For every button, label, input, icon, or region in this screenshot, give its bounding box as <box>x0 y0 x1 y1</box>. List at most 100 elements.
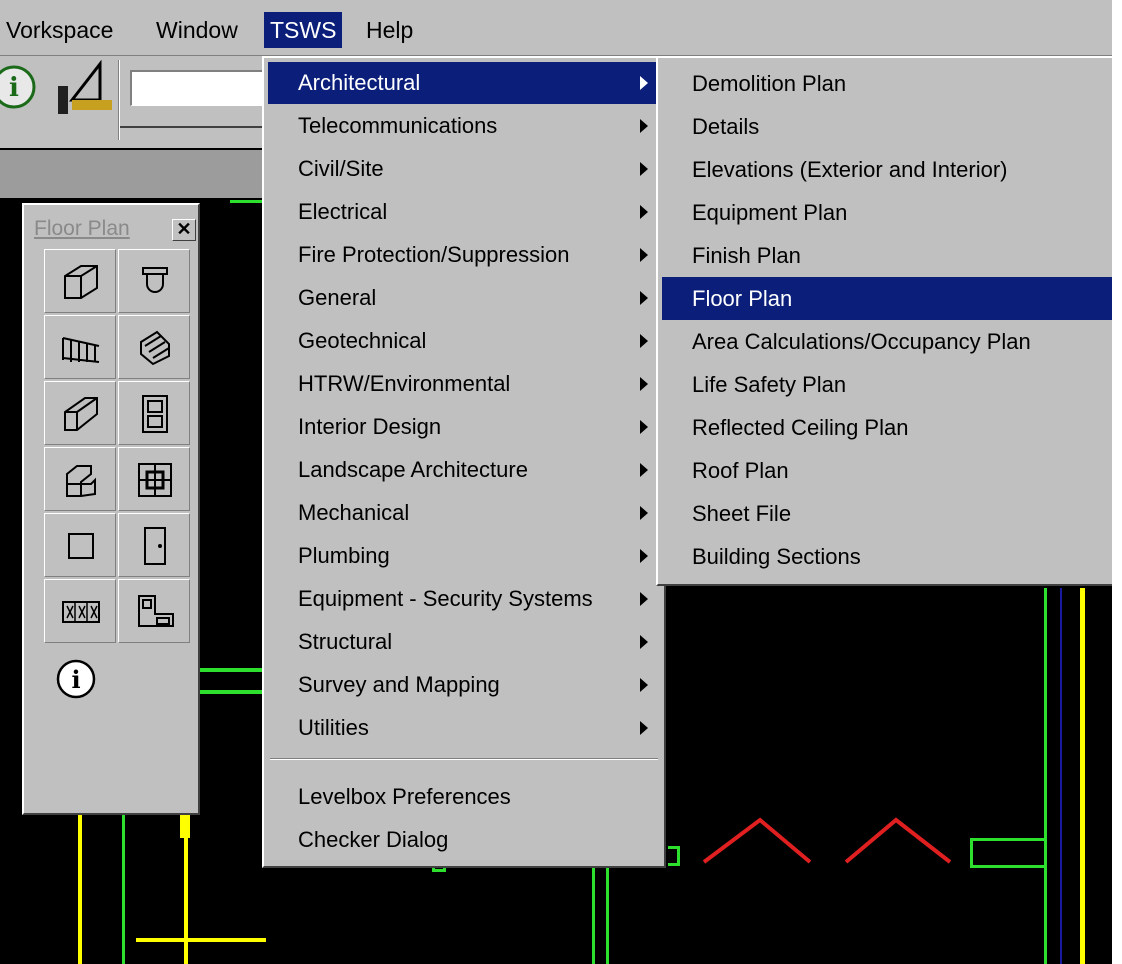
menu-item-label: Structural <box>298 629 393 654</box>
menu-item-equipment-security[interactable]: Equipment - Security Systems <box>268 578 660 620</box>
light-fixture-icon <box>142 267 168 293</box>
room-tool-button[interactable] <box>44 513 116 577</box>
yellow-wall-line <box>78 808 82 964</box>
menu-item-plumbing[interactable]: Plumbing <box>268 535 660 577</box>
green-wall-line <box>606 868 609 964</box>
submenu-arrow-icon <box>640 291 648 305</box>
menu-item-architectural[interactable]: Architectural <box>268 62 660 104</box>
menu-window[interactable]: Window <box>150 12 244 48</box>
yellow-wall-line <box>1080 588 1085 964</box>
cabinet-tool-button[interactable] <box>118 381 190 445</box>
floor-plan-palette[interactable]: Floor Plan ✕ i <box>22 203 200 815</box>
menu-item-survey-mapping[interactable]: Survey and Mapping <box>268 664 660 706</box>
submenu-arrow-icon <box>640 162 648 176</box>
wall-tool-button[interactable] <box>44 249 116 313</box>
submenu-arrow-icon <box>640 377 648 391</box>
menu-item-label: Survey and Mapping <box>298 672 500 697</box>
menu-workspace[interactable]: Vorkspace <box>0 12 119 48</box>
submenu-arrow-icon <box>640 76 648 90</box>
menu-separator <box>270 758 658 760</box>
submenu-item-details[interactable]: Details <box>662 105 1112 148</box>
menu-item-label: Equipment - Security Systems <box>298 586 593 611</box>
submenu-item-area-calculations[interactable]: Area Calculations/Occupancy Plan <box>662 320 1112 363</box>
menu-item-general[interactable]: General <box>268 277 660 319</box>
door-tool-button[interactable] <box>118 513 190 577</box>
menu-item-label: Fire Protection/Suppression <box>298 242 570 267</box>
menu-item-interior-design[interactable]: Interior Design <box>268 406 660 448</box>
menu-item-label: Geotechnical <box>298 328 427 353</box>
furniture-tool-button[interactable] <box>118 579 190 643</box>
menu-tsws[interactable]: TSWS <box>264 12 343 48</box>
architectural-submenu: Demolition Plan Details Elevations (Exte… <box>656 56 1112 586</box>
slab-tool-button[interactable] <box>44 381 116 445</box>
menu-item-label: Landscape Architecture <box>298 457 528 482</box>
submenu-item-elevations[interactable]: Elevations (Exterior and Interior) <box>662 148 1112 191</box>
menu-item-label: Utilities <box>298 715 369 740</box>
menu-help[interactable]: Help <box>360 12 419 48</box>
toolbar-input[interactable] <box>130 70 270 106</box>
menu-bar: Vorkspace Window TSWS Help <box>0 0 1112 56</box>
submenu-item-roof-plan[interactable]: Roof Plan <box>662 449 1112 492</box>
wall-icon <box>64 265 98 299</box>
menu-item-geotechnical[interactable]: Geotechnical <box>268 320 660 362</box>
slab-icon <box>64 397 98 431</box>
palette-info-button[interactable]: i <box>44 645 116 709</box>
submenu-item-building-sections[interactable]: Building Sections <box>662 535 1112 578</box>
menu-item-utilities[interactable]: Utilities <box>268 707 660 749</box>
drafting-triangle-icon[interactable] <box>52 60 122 114</box>
submenu-arrow-icon <box>640 678 648 692</box>
palette-close-button[interactable]: ✕ <box>172 219 196 241</box>
submenu-item-finish-plan[interactable]: Finish Plan <box>662 234 1112 277</box>
menu-item-fire-protection[interactable]: Fire Protection/Suppression <box>268 234 660 276</box>
submenu-arrow-icon <box>640 635 648 649</box>
green-wall-line <box>970 838 1046 868</box>
menu-item-label: Civil/Site <box>298 156 384 181</box>
column-tool-button[interactable] <box>44 447 116 511</box>
submenu-item-floor-plan[interactable]: Floor Plan <box>662 277 1112 320</box>
window-icon <box>62 601 100 623</box>
yellow-wall-line <box>184 818 188 964</box>
submenu-arrow-icon <box>640 506 648 520</box>
submenu-item-equipment-plan[interactable]: Equipment Plan <box>662 191 1112 234</box>
submenu-item-demolition-plan[interactable]: Demolition Plan <box>662 62 1112 105</box>
yellow-wall-line <box>136 938 266 942</box>
column-icon <box>66 465 96 497</box>
submenu-item-reflected-ceiling-plan[interactable]: Reflected Ceiling Plan <box>662 406 1112 449</box>
palette-title: Floor Plan <box>34 217 130 240</box>
submenu-arrow-icon <box>640 549 648 563</box>
menu-item-label: Plumbing <box>298 543 390 568</box>
menu-item-civil-site[interactable]: Civil/Site <box>268 148 660 190</box>
submenu-arrow-icon <box>640 463 648 477</box>
green-wall-line <box>592 868 595 964</box>
submenu-arrow-icon <box>640 592 648 606</box>
palette-title-bar[interactable]: Floor Plan ✕ <box>30 215 196 245</box>
menu-item-htrw-environmental[interactable]: HTRW/Environmental <box>268 363 660 405</box>
menu-item-label: Interior Design <box>298 414 442 439</box>
status-strip <box>0 150 270 198</box>
green-wall-line <box>668 846 680 866</box>
room-icon <box>68 533 94 559</box>
menu-item-mechanical[interactable]: Mechanical <box>268 492 660 534</box>
menu-item-label: General <box>298 285 377 310</box>
window-tool-button[interactable] <box>44 579 116 643</box>
grid-icon <box>138 463 172 497</box>
toolbar-divider <box>120 126 270 128</box>
menu-item-telecommunications[interactable]: Telecommunications <box>268 105 660 147</box>
stair-tool-button[interactable] <box>118 315 190 379</box>
submenu-item-life-safety-plan[interactable]: Life Safety Plan <box>662 363 1112 406</box>
railing-tool-button[interactable] <box>44 315 116 379</box>
info-icon[interactable]: i <box>0 64 40 110</box>
svg-text:i: i <box>71 665 80 694</box>
light-fixture-tool-button[interactable] <box>118 249 190 313</box>
menu-item-landscape-architecture[interactable]: Landscape Architecture <box>268 449 660 491</box>
blue-wall-line <box>1060 588 1062 964</box>
menu-item-structural[interactable]: Structural <box>268 621 660 663</box>
stair-icon <box>140 330 170 366</box>
green-wall-line <box>200 690 262 694</box>
submenu-item-sheet-file[interactable]: Sheet File <box>662 492 1112 535</box>
menu-item-levelbox-preferences[interactable]: Levelbox Preferences <box>268 776 660 818</box>
menu-item-checker-dialog[interactable]: Checker Dialog <box>268 819 660 861</box>
grid-tool-button[interactable] <box>118 447 190 511</box>
menu-item-electrical[interactable]: Electrical <box>268 191 660 233</box>
info-icon: i <box>56 659 96 699</box>
